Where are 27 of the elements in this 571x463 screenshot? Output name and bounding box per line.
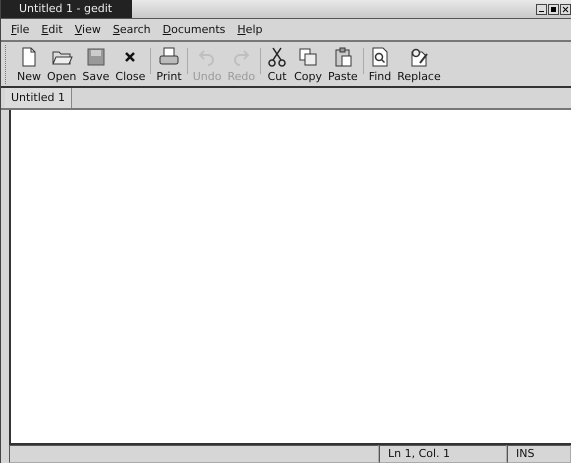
maximize-icon	[550, 6, 557, 12]
toolbar-button[interactable]: Find	[366, 45, 394, 84]
toolbar-button[interactable]: Print	[153, 45, 185, 84]
toolbar-button[interactable]: Cut	[263, 45, 292, 84]
close-button[interactable]	[560, 4, 571, 14]
close-icon	[562, 6, 569, 12]
menu-item[interactable]: View	[68, 23, 107, 36]
menu-item[interactable]: File	[5, 23, 36, 36]
toolbar-button[interactable]: Copy	[291, 45, 325, 84]
toolbar-button[interactable]: Open	[44, 45, 80, 84]
window-title: Untitled 1 - gedit	[1, 0, 132, 18]
menu-item[interactable]: Search	[106, 23, 157, 36]
toolbar-button[interactable]: Replace	[394, 45, 444, 84]
menu-item[interactable]: Documents	[156, 23, 232, 36]
toolbar-button[interactable]: Close	[112, 45, 148, 84]
menu-item[interactable]: Edit	[35, 23, 69, 36]
toolbar-button[interactable]: Save	[79, 45, 112, 84]
insert-mode: INS	[507, 445, 571, 463]
document-tab[interactable]: Untitled 1	[5, 88, 72, 108]
scissors-icon	[266, 46, 288, 68]
minimize-button[interactable]	[536, 4, 547, 14]
copy-icon	[297, 46, 320, 68]
cursor-position: Ln 1, Col. 1	[379, 445, 507, 463]
menu-item[interactable]: Help	[231, 23, 268, 36]
toolbar-button[interactable]: New	[14, 45, 44, 84]
toolbar-button[interactable]: Paste	[324, 45, 361, 84]
maximize-button[interactable]	[548, 4, 559, 14]
